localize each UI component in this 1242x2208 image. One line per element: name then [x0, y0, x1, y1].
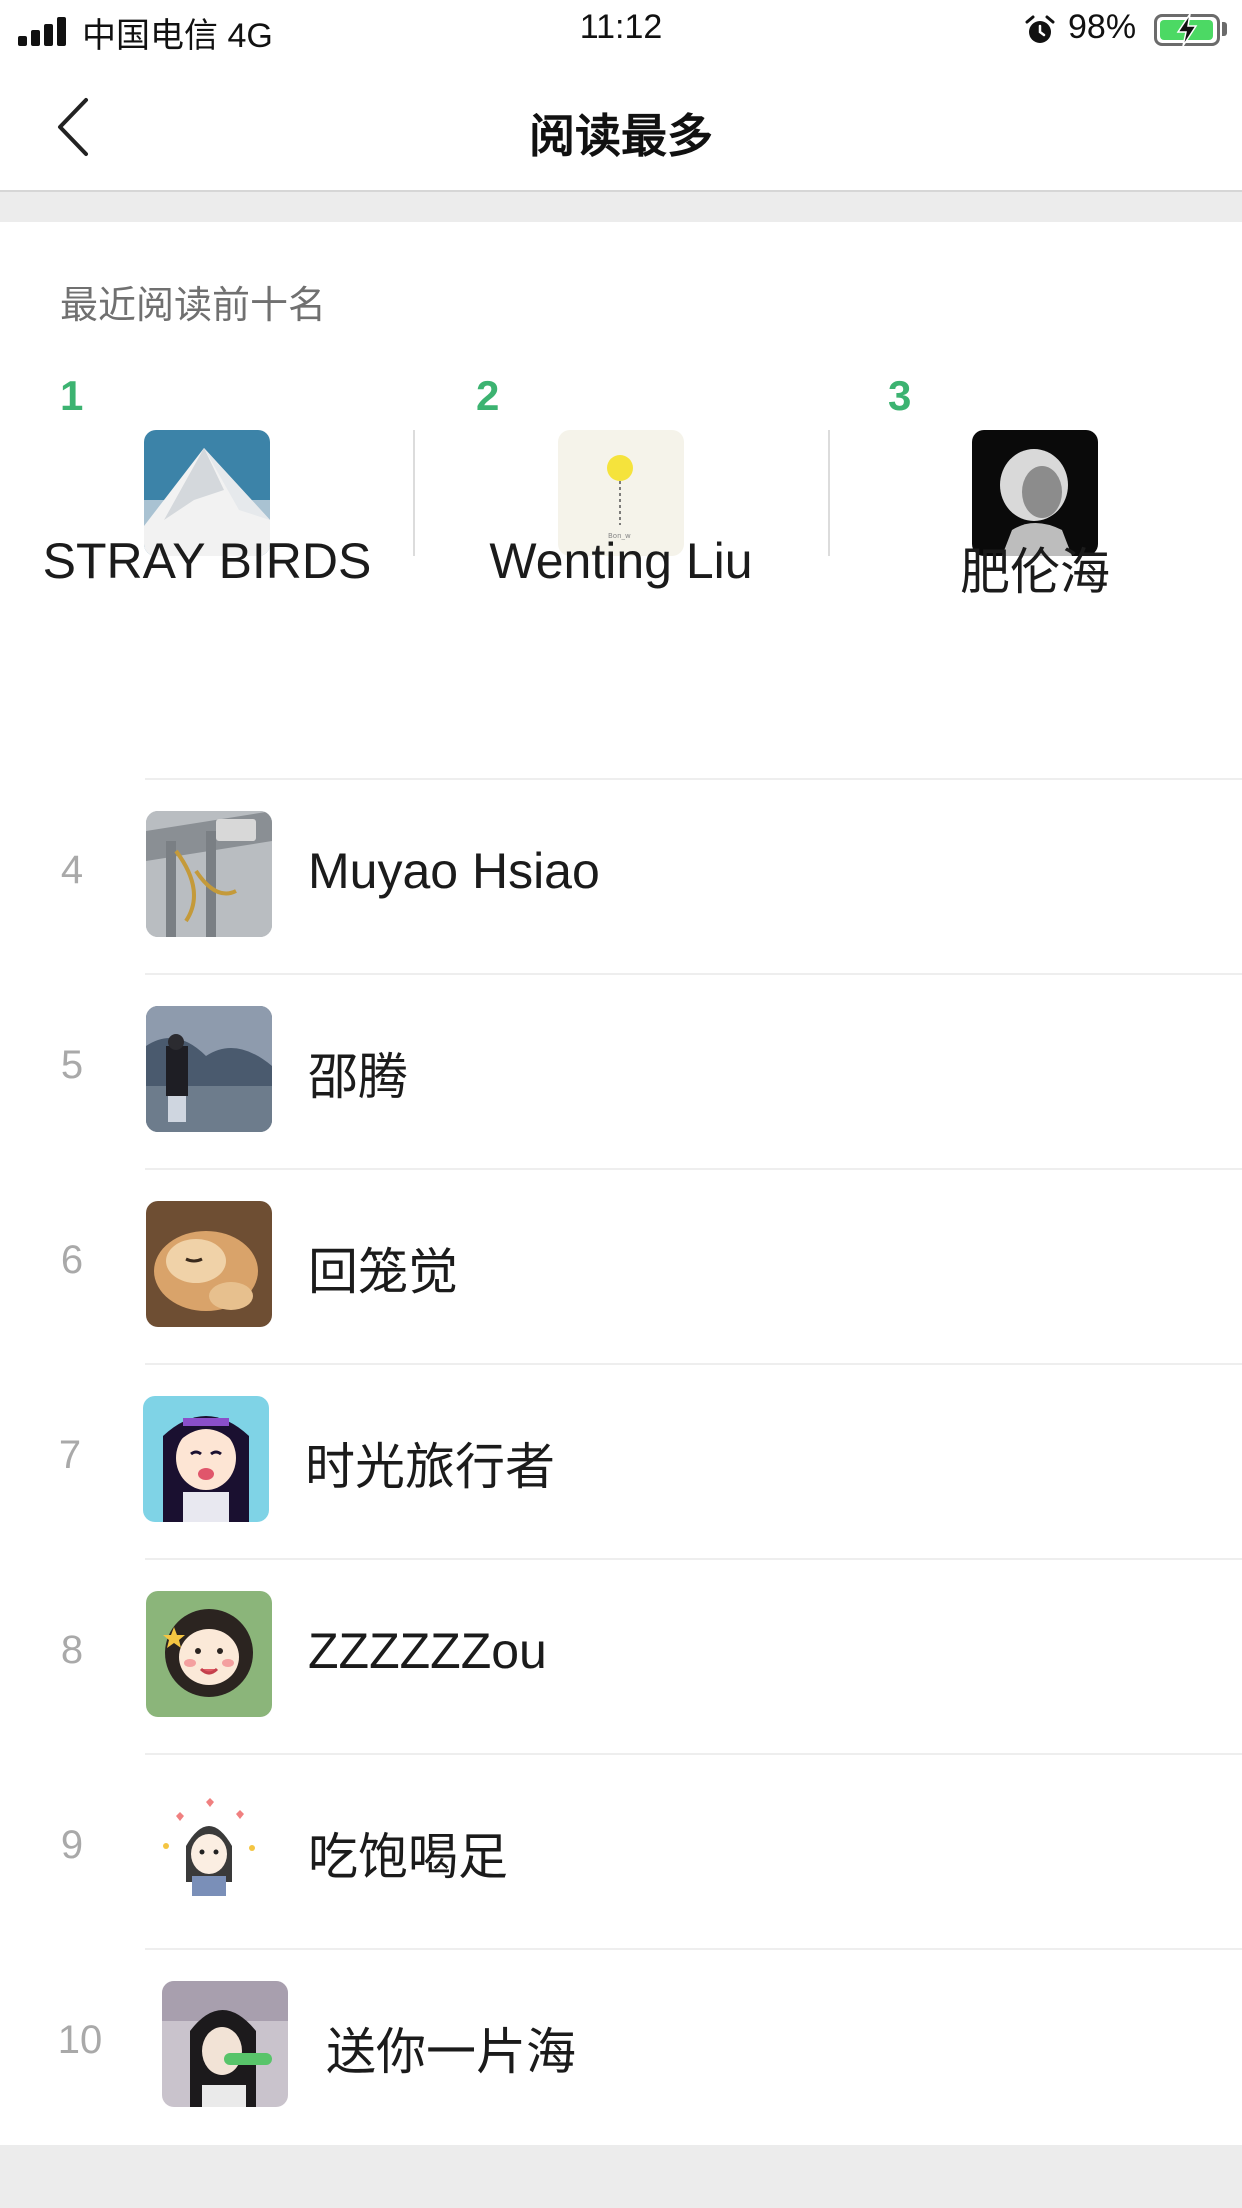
page-title: 阅读最多	[529, 110, 713, 162]
top-name: STRAY BIRDS	[42, 533, 372, 589]
list-item[interactable]: 9 吃饱喝足	[0, 1753, 1242, 1948]
avatar-long-hair-girl-photo[interactable]	[162, 1981, 288, 2107]
row-divider	[145, 973, 1242, 975]
reader-name: ZZZZZZou	[308, 1623, 547, 1679]
row-divider	[145, 1558, 1242, 1560]
top-name: 肥伦海	[960, 544, 1110, 600]
battery-tip	[1222, 22, 1227, 36]
avatar-rocky-beach-photo[interactable]	[146, 1006, 272, 1132]
reader-name: 时光旅行者	[305, 1439, 555, 1495]
list-item[interactable]: 10 送你一片海	[0, 1948, 1242, 2143]
avatar-sleeping-dog-photo[interactable]	[146, 1201, 272, 1327]
battery-percent: 98%	[1068, 8, 1137, 46]
list-item[interactable]: 7 时光旅行者	[0, 1363, 1242, 1558]
list-item[interactable]: 6 回笼觉	[0, 1168, 1242, 1363]
top-item-2[interactable]: 2 Bon_w Wenting Liu	[414, 372, 828, 602]
ranking-card: 最近阅读前十名 1 STRAY BIRDS 2 Bon_w Wenting Li…	[0, 222, 1242, 2145]
rank-number: 2	[476, 372, 500, 419]
avatar-anime-girl[interactable]	[143, 1396, 269, 1522]
avatar-curly-girl-cartoon[interactable]	[146, 1591, 272, 1717]
row-divider	[145, 1948, 1242, 1950]
avatar-girl-hearts-cartoon[interactable]	[146, 1786, 272, 1912]
rank-number: 6	[60, 1238, 84, 1282]
row-divider	[145, 1363, 1242, 1365]
rank-number: 9	[60, 1823, 84, 1867]
list-item[interactable]: 4 Muyao Hsiao	[0, 778, 1242, 973]
row-divider	[145, 1753, 1242, 1755]
top-item-3[interactable]: 3 肥伦海	[828, 372, 1242, 602]
rank-number: 4	[60, 848, 84, 892]
rank-number: 1	[60, 372, 84, 419]
reader-name: 邵腾	[308, 1049, 408, 1105]
reader-name: 回笼觉	[308, 1244, 458, 1300]
top-item-1[interactable]: 1 STRAY BIRDS	[0, 372, 414, 602]
rank-number: 5	[60, 1043, 84, 1087]
avatar-luggage-photo[interactable]	[146, 811, 272, 937]
list-item[interactable]: 5 邵腾	[0, 973, 1242, 1168]
rank-number: 8	[60, 1628, 84, 1672]
row-divider	[145, 1168, 1242, 1170]
alarm-clock-icon	[1025, 15, 1055, 43]
rank-number: 10	[57, 2018, 103, 2062]
top-name: Wenting Liu	[489, 533, 753, 589]
status-bar: 中国电信 4G 11:12 98%	[0, 0, 1242, 62]
row-divider	[145, 778, 1242, 780]
reader-name: 送你一片海	[326, 2024, 576, 2080]
charging-bolt-icon	[1176, 13, 1198, 47]
list-item[interactable]: 8 ZZZZZZou	[0, 1558, 1242, 1753]
rank-number: 3	[888, 372, 912, 419]
reader-name: Muyao Hsiao	[308, 843, 600, 899]
rank-number: 7	[58, 1433, 82, 1477]
navigation-bar: 阅读最多	[0, 62, 1242, 192]
reader-name: 吃饱喝足	[308, 1829, 508, 1885]
top-three-row: 1 STRAY BIRDS 2 Bon_w Wenting Liu 3 肥伦海	[0, 372, 1242, 602]
section-label: 最近阅读前十名	[60, 285, 327, 327]
